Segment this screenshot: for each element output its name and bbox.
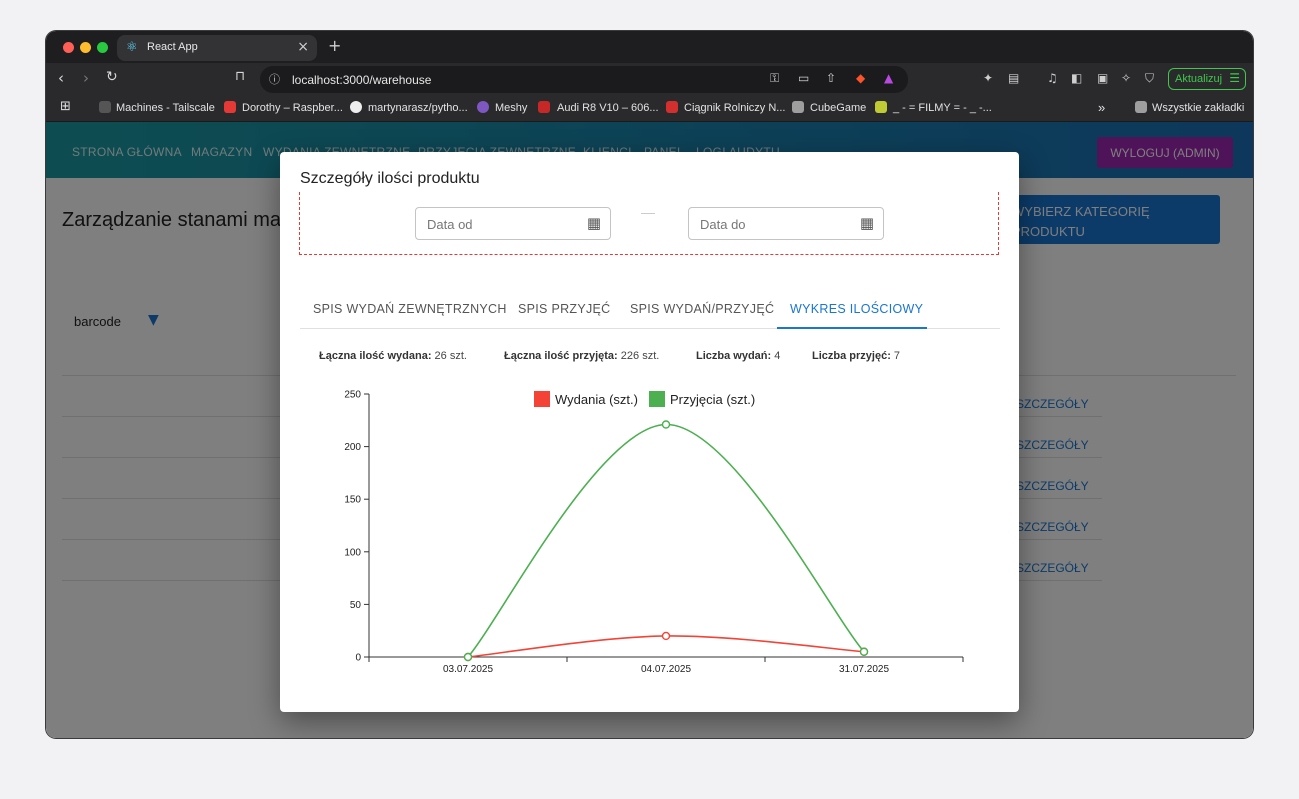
otomoto-icon <box>666 101 678 113</box>
maximize-window-button[interactable] <box>97 42 108 53</box>
product-quantity-dialog: Szczegóły ilości produktu Data od ▦ Data… <box>280 152 1019 712</box>
bookmark-folder[interactable]: CubeGame <box>810 102 866 114</box>
quantity-line-chart: 0 50 100 150 200 250 03.07.2025 04.07.2025 31.07… <box>344 390 964 675</box>
bookmark-item[interactable]: Ciągnik Rolniczy N... <box>684 102 785 114</box>
bookmark-item[interactable]: Dorothy – Raspber... <box>242 102 343 114</box>
filmy-icon <box>875 101 887 113</box>
extensions-icon[interactable]: ✦ <box>983 71 993 85</box>
bookmark-item[interactable]: _ - = FILMY = - _ -... <box>893 102 992 114</box>
tab-bar: ⚛ React App × + <box>46 31 1253 63</box>
bookmarks-bar: ⊞ Machines - Tailscale Dorothy – Raspber… <box>46 95 1253 122</box>
folder-icon <box>1135 101 1147 113</box>
x-tick-label: 31.07.2025 <box>839 664 889 675</box>
raspberry-icon <box>224 101 236 113</box>
reload-icon[interactable]: ↻ <box>106 69 118 85</box>
y-tick-label: 0 <box>355 653 361 664</box>
bookmark-item[interactable]: Machines - Tailscale <box>116 102 215 114</box>
site-info-icon[interactable]: ⓘ <box>269 71 280 87</box>
y-tick-label: 250 <box>344 390 361 401</box>
close-window-button[interactable] <box>63 42 74 53</box>
music-icon[interactable]: ♫ <box>1047 71 1058 85</box>
update-label: Aktualizuj <box>1175 73 1223 85</box>
cast-icon[interactable]: ▭ <box>798 71 809 85</box>
brave-shield-icon[interactable]: ◆ <box>856 71 865 85</box>
y-tick-label: 100 <box>344 547 361 558</box>
data-point <box>661 420 671 429</box>
y-tick-label: 150 <box>344 495 361 506</box>
key-icon[interactable]: ⚿ <box>770 71 779 86</box>
brave-rewards-icon[interactable]: ▲ <box>884 71 893 85</box>
legend-swatch <box>649 391 665 407</box>
reader-icon[interactable]: ▤ <box>1008 71 1019 85</box>
browser-window: ⚛ React App × + ‹ › ↻ ⊓ ⓘ localhost:3000… <box>46 31 1253 738</box>
bookmark-item[interactable]: Meshy <box>495 102 527 114</box>
back-icon[interactable]: ‹ <box>58 69 64 87</box>
bookmark-item[interactable]: Audi R8 V10 – 606... <box>557 102 659 114</box>
y-tick-label: 200 <box>344 442 361 453</box>
update-button[interactable]: Aktualizuj ☰ <box>1168 68 1246 90</box>
data-point <box>661 631 671 641</box>
url-text: localhost:3000/warehouse <box>292 73 432 87</box>
react-logo-icon: ⚛ <box>126 40 138 55</box>
wallet-icon[interactable]: ▣ <box>1097 71 1108 85</box>
tab-title: React App <box>147 41 198 53</box>
data-point <box>859 647 869 656</box>
x-tick-label: 04.07.2025 <box>641 664 691 675</box>
share-icon[interactable]: ⇧ <box>826 71 836 85</box>
forward-icon[interactable]: › <box>83 69 89 87</box>
x-tick-label: 03.07.2025 <box>443 664 493 675</box>
sidebar-icon[interactable]: ◧ <box>1071 71 1082 85</box>
github-icon <box>350 101 362 113</box>
legend-swatch <box>534 391 550 407</box>
car-icon <box>538 101 550 113</box>
tailscale-icon <box>99 101 111 113</box>
folder-icon <box>792 101 804 113</box>
series-line-1 <box>467 423 865 658</box>
y-tick-label: 50 <box>350 600 362 611</box>
minimize-window-button[interactable] <box>80 42 91 53</box>
browser-toolbar: ‹ › ↻ ⊓ ⓘ localhost:3000/warehouse ⚿ ▭ ⇧… <box>46 63 1253 95</box>
vpn-icon[interactable]: ⛉ <box>1145 71 1154 86</box>
bookmark-item[interactable]: martynarasz/pytho... <box>368 102 468 114</box>
browser-tab[interactable]: ⚛ React App × <box>117 35 317 61</box>
legend-label: Przyjęcia (szt.) <box>670 392 755 407</box>
menu-icon: ☰ <box>1229 71 1240 85</box>
apps-grid-icon[interactable]: ⊞ <box>60 99 71 114</box>
all-bookmarks[interactable]: Wszystkie zakładki <box>1152 102 1244 114</box>
address-bar[interactable]: ⓘ localhost:3000/warehouse ⚿ ▭ ⇧ ◆ ▲ <box>260 66 908 93</box>
data-point <box>463 652 473 662</box>
close-tab-icon[interactable]: × <box>297 39 309 55</box>
leo-ai-icon[interactable]: ✧ <box>1121 71 1131 85</box>
meshy-icon <box>477 101 489 113</box>
more-bookmarks-icon[interactable]: » <box>1098 100 1105 115</box>
new-tab-icon[interactable]: + <box>328 36 341 55</box>
legend-label: Wydania (szt.) <box>555 392 638 407</box>
bookmark-icon[interactable]: ⊓ <box>235 69 245 84</box>
